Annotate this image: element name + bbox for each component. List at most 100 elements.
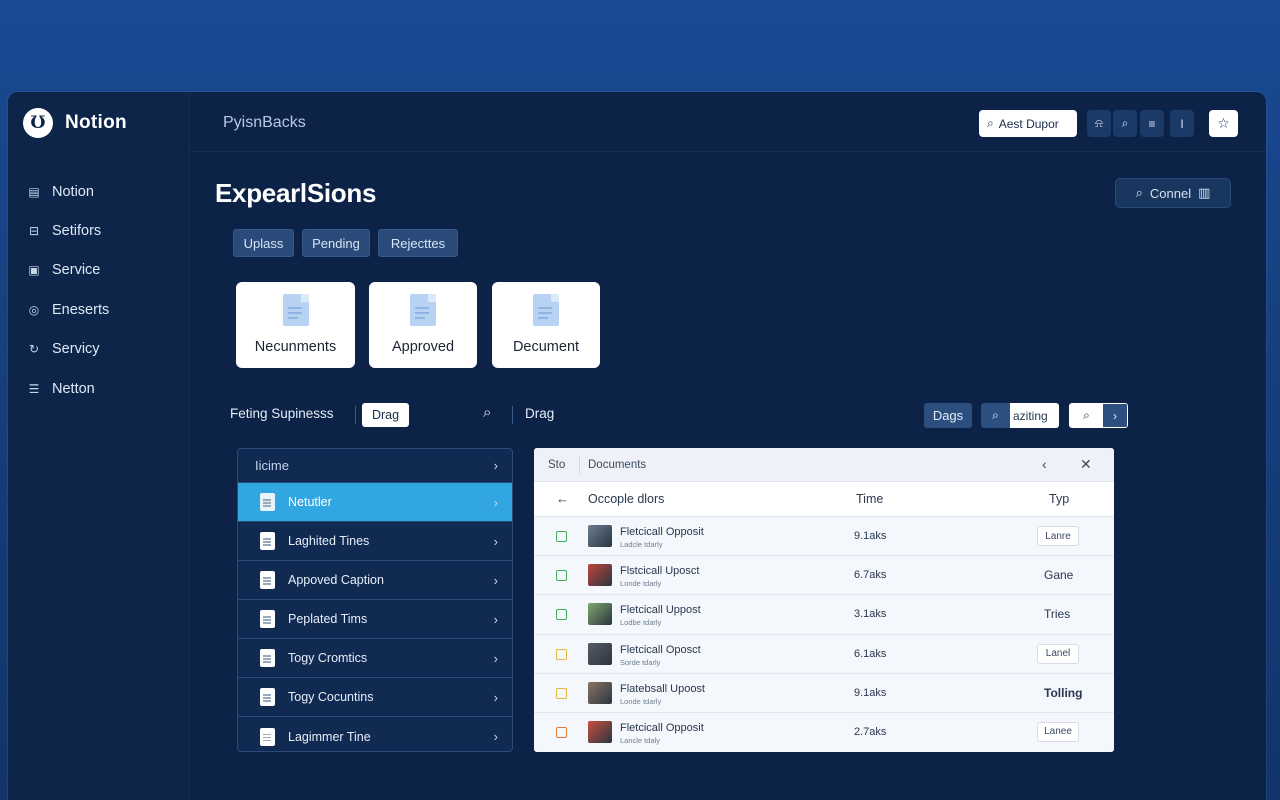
column-header-name[interactable]: Occople dlors: [588, 492, 664, 506]
main-content: ExpearlSions ⌕ Connel ▥ Uplass Pending R…: [190, 152, 1266, 800]
sidebar-item-eneserts[interactable]: ◎ Eneserts: [8, 290, 189, 329]
back-arrow-icon[interactable]: ←: [556, 491, 569, 506]
filter-chip-uplass[interactable]: Uplass: [233, 229, 294, 257]
type-badge[interactable]: Lanel: [1037, 643, 1079, 664]
list-item[interactable]: Togy Cocuntins ›: [238, 678, 512, 717]
thumbnail-image: [588, 681, 612, 704]
list-item[interactable]: Laghited Tines ›: [238, 522, 512, 561]
type-badge[interactable]: Lanre: [1037, 526, 1079, 546]
chevron-right-icon: ›: [493, 650, 498, 666]
app-window: Ʊ Notion ▤ Notion ⊟ Setifors ▣ Service ◎ Eneser…: [8, 92, 1266, 800]
text-cursor-button[interactable]: I: [1170, 110, 1194, 137]
row-checkbox[interactable]: [556, 726, 567, 738]
chevron-right-icon: ›: [493, 494, 498, 510]
sidebar-item-label: Notion: [52, 183, 94, 200]
row-subtitle: Ladcle tdarly: [620, 540, 663, 549]
connect-button[interactable]: ⌕ Connel ▥: [1115, 178, 1231, 208]
document-icon: [260, 571, 275, 589]
row-checkbox[interactable]: [556, 570, 567, 582]
table-row[interactable]: Fletcicall Opposit Ladcle tdarly 9.1aks Lan…: [534, 516, 1114, 556]
chevron-right-icon: ›: [493, 611, 498, 627]
type-label: Tries: [1044, 607, 1071, 622]
row-checkbox[interactable]: [556, 687, 567, 699]
star-button[interactable]: ☆: [1209, 110, 1238, 137]
calendar-icon: ▤: [28, 184, 40, 199]
row-title: Flstcicall Uposct: [620, 565, 700, 578]
drag-button[interactable]: Drag: [362, 403, 409, 427]
list-item[interactable]: Peplated Tims ›: [238, 600, 512, 639]
sidebar-item-notion[interactable]: ▤ Notion: [8, 172, 189, 211]
thumbnail-image: [588, 642, 612, 665]
sidebar-item-servicy[interactable]: ↻ Servicy: [8, 330, 189, 369]
row-time: 6.1aks: [854, 647, 887, 660]
bell-icon: ⍾: [1095, 116, 1103, 130]
row-subtitle: Londe tdarly: [620, 696, 662, 706]
filter-chip-pending[interactable]: Pending: [302, 229, 370, 257]
sidebar-item-netton[interactable]: ☰ Netton: [8, 369, 189, 408]
table-row[interactable]: Flatebsall Upoost Londe tdarly 9.1aks Tolli…: [534, 672, 1114, 712]
sidebar-item-service[interactable]: ▣ Service: [8, 251, 189, 290]
document-icon: [533, 294, 559, 326]
sidebar-item-label: Service: [52, 262, 101, 279]
list-item-label: Togy Cromtics: [288, 651, 368, 665]
list-item[interactable]: Lagimmer Tine ›: [238, 717, 512, 751]
panel-tab[interactable]: Sto: [534, 455, 580, 474]
toolbar-label: Feting Supinesss: [230, 406, 334, 421]
list-item-label: Togy Cocuntins: [288, 690, 374, 704]
drag-label[interactable]: Drag: [525, 406, 554, 421]
column-header-type[interactable]: Typ: [1049, 492, 1069, 506]
document-icon: [260, 493, 275, 511]
thumbnail-image: [588, 720, 612, 743]
menu-button[interactable]: ≡: [1140, 110, 1164, 137]
row-time: 9.1aks: [854, 530, 887, 542]
list-header[interactable]: Iicime ›: [238, 449, 512, 483]
list-item[interactable]: Netutler ›: [238, 483, 512, 522]
document-icon: [260, 727, 275, 746]
list-item[interactable]: Togy Cromtics ›: [238, 639, 512, 678]
type-badge[interactable]: Lanee: [1037, 721, 1079, 742]
menu-icon: ≡: [1148, 116, 1156, 131]
document-icon: [260, 688, 275, 706]
filter-search[interactable]: ⌕ aziting: [981, 403, 1059, 428]
divider: [355, 406, 356, 424]
table-row[interactable]: Fletcicall Opposit Lancle tdaly 2.7aks Lane…: [534, 711, 1114, 752]
column-header-time[interactable]: Time: [856, 492, 883, 506]
search-next-control[interactable]: ⌕ ›: [1069, 403, 1128, 428]
card-label: Approved: [391, 339, 455, 355]
thumbnail-image: [588, 525, 612, 547]
dags-button[interactable]: Dags: [924, 403, 972, 428]
document-icon: [260, 649, 275, 667]
row-title: Fletcicall Uppost: [620, 604, 701, 617]
search-icon: ⌕: [1121, 116, 1129, 130]
close-icon[interactable]: ✕: [1080, 456, 1092, 473]
card-necunments[interactable]: Necunments: [236, 282, 355, 368]
breadcrumb[interactable]: PyisnBacks: [223, 114, 306, 132]
list-item[interactable]: Appoved Caption ›: [238, 561, 512, 600]
sidebar-item-setifors[interactable]: ⊟ Setifors: [8, 211, 189, 250]
table-row[interactable]: Fletcicall Oposct Sorde tdarly 6.1aks Lanel: [534, 633, 1114, 673]
card-approved[interactable]: Approved: [369, 282, 477, 368]
list-item-label: Appoved Caption: [288, 573, 384, 587]
document-list: Iicime › Netutler › Laghited Tines › Appoved…: [237, 448, 513, 752]
brand[interactable]: Ʊ Notion: [23, 108, 127, 138]
filter-chip-rejecttes[interactable]: Rejecttes: [378, 229, 458, 257]
row-checkbox[interactable]: [556, 531, 567, 542]
chevron-right-icon: ›: [1103, 404, 1127, 427]
table-header: ← Occople dlors Time Typ: [534, 482, 1114, 516]
search-input[interactable]: ⌕ Aest Dupor: [979, 110, 1077, 137]
chevron-right-icon: ›: [493, 533, 498, 549]
search-button[interactable]: ⌕: [1113, 110, 1137, 137]
panel-title: Documents: [588, 458, 647, 471]
table-row[interactable]: Flstcicall Uposct Londe tdarly 6.7aks Gane: [534, 555, 1114, 595]
search-icon: ⌕: [981, 403, 1010, 428]
row-subtitle: Lancle tdaly: [620, 735, 661, 745]
chevron-left-icon[interactable]: ‹: [1042, 456, 1047, 472]
card-decument[interactable]: Decument: [492, 282, 600, 368]
bell-button[interactable]: ⍾: [1087, 110, 1111, 137]
table-row[interactable]: Fletcicall Uppost Lodbe tdarly 3.1aks Tries: [534, 594, 1114, 634]
thumbnail-image: [588, 603, 612, 626]
document-icon: [282, 294, 309, 326]
row-checkbox[interactable]: [556, 648, 567, 660]
row-checkbox[interactable]: [556, 609, 567, 621]
search-icon[interactable]: ⌕: [483, 404, 491, 421]
